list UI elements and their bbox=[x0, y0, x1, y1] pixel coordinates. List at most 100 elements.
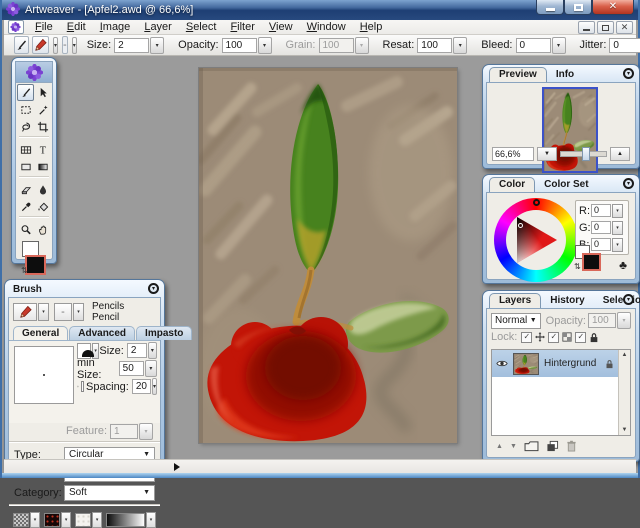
new-layer-button[interactable] bbox=[524, 440, 539, 452]
blend-mode-select[interactable]: Normal ▼ bbox=[491, 313, 541, 329]
brush-variant-chip[interactable]: - bbox=[54, 303, 72, 321]
bleed-slider-button[interactable]: ▾ bbox=[552, 37, 566, 54]
menu-help[interactable]: Help bbox=[353, 20, 390, 34]
g-input[interactable]: 0 bbox=[591, 221, 611, 234]
menu-filter[interactable]: Filter bbox=[223, 20, 261, 34]
paper-texture-chip[interactable] bbox=[13, 513, 29, 527]
child-restore-button[interactable] bbox=[597, 21, 614, 34]
brush-preset-button[interactable] bbox=[32, 36, 49, 54]
resat-slider-button[interactable]: ▾ bbox=[453, 37, 467, 54]
tab-color[interactable]: Color bbox=[489, 177, 535, 192]
minimize-button[interactable] bbox=[536, 0, 564, 15]
color-marker[interactable] bbox=[518, 223, 523, 228]
eyedropper-tool[interactable] bbox=[17, 198, 34, 215]
r-input[interactable]: 0 bbox=[591, 204, 611, 217]
b-slider-button[interactable]: ▾ bbox=[612, 238, 623, 252]
jitter-input[interactable]: 0 bbox=[609, 38, 640, 53]
maximize-button[interactable] bbox=[564, 0, 592, 15]
smudge-tool[interactable] bbox=[34, 181, 51, 198]
brush-variant-chip-dropdown[interactable]: ▾ bbox=[73, 303, 84, 321]
zoom-value-input[interactable]: 66,6% bbox=[492, 147, 534, 161]
swap-colors-icon[interactable]: ⇅ bbox=[574, 263, 581, 271]
bp-minsize-slider[interactable]: ▾ bbox=[145, 360, 157, 377]
category-select[interactable]: Soft▼ bbox=[64, 485, 155, 501]
tab-color-set[interactable]: Color Set bbox=[535, 178, 597, 192]
marquee-tool[interactable] bbox=[17, 101, 34, 118]
lasso-tool[interactable] bbox=[17, 118, 34, 135]
stencil-dropdown[interactable]: ▾ bbox=[92, 512, 102, 528]
menu-edit[interactable]: Edit bbox=[60, 20, 93, 34]
lock-all-checkbox[interactable]: ✓ bbox=[575, 332, 586, 343]
lock-transparency-checkbox[interactable]: ✓ bbox=[548, 332, 559, 343]
document-icon[interactable] bbox=[8, 20, 24, 34]
zoom-slider[interactable] bbox=[560, 151, 607, 157]
layer-row[interactable]: Hintergrund bbox=[492, 350, 618, 377]
menu-file[interactable]: File bbox=[28, 20, 60, 34]
menu-layer[interactable]: Layer bbox=[137, 20, 179, 34]
spacing-checkbox[interactable] bbox=[81, 381, 84, 392]
background-color-swatch[interactable] bbox=[25, 255, 46, 275]
tab-general[interactable]: General bbox=[13, 326, 68, 340]
gradient-tool[interactable] bbox=[34, 158, 51, 175]
scroll-up-icon[interactable]: ▲ bbox=[622, 352, 628, 358]
pattern-chip[interactable] bbox=[44, 513, 60, 527]
close-button[interactable]: ✕ bbox=[592, 0, 634, 15]
brush-tip-chip[interactable] bbox=[77, 343, 91, 359]
swap-colors-icon[interactable]: ⇅ bbox=[21, 267, 28, 275]
visibility-eye-icon[interactable] bbox=[496, 359, 508, 368]
menu-view[interactable]: View bbox=[262, 20, 300, 34]
tab-info[interactable]: Info bbox=[547, 68, 583, 82]
preview-panel-menu-button[interactable]: ▾ bbox=[623, 68, 634, 79]
tab-preview[interactable]: Preview bbox=[489, 67, 547, 82]
size-slider-button[interactable]: ▾ bbox=[150, 37, 164, 54]
shape-tool[interactable] bbox=[17, 158, 34, 175]
menu-select[interactable]: Select bbox=[179, 20, 224, 34]
hand-tool[interactable] bbox=[34, 221, 51, 238]
gradient-chip[interactable] bbox=[106, 513, 145, 527]
r-slider-button[interactable]: ▾ bbox=[612, 204, 623, 218]
mesh-tool[interactable] bbox=[17, 141, 34, 158]
opacity-input[interactable]: 100 bbox=[222, 38, 257, 53]
layer-list-scrollbar[interactable]: ▲ ▼ bbox=[618, 350, 630, 435]
opacity-slider-button[interactable]: ▾ bbox=[258, 37, 272, 54]
active-tool-button[interactable] bbox=[14, 36, 29, 54]
status-expand-arrow[interactable] bbox=[174, 463, 180, 471]
child-minimize-button[interactable] bbox=[578, 21, 595, 34]
color-panel-menu-button[interactable]: ▾ bbox=[623, 178, 634, 189]
bleed-input[interactable]: 0 bbox=[516, 38, 551, 53]
zoom-out-button[interactable]: ▼ bbox=[537, 147, 557, 161]
brush-panel-menu-button[interactable]: ▾ bbox=[148, 283, 159, 294]
web-colors-icon[interactable]: ♣ bbox=[619, 258, 627, 272]
brush-category-dropdown[interactable]: ▾ bbox=[38, 303, 49, 321]
magic-wand-tool[interactable] bbox=[34, 101, 51, 118]
canvas[interactable] bbox=[199, 68, 457, 443]
bp-spacing-slider[interactable]: ▾ bbox=[152, 378, 157, 395]
brush-variant-button[interactable]: - bbox=[62, 36, 68, 54]
child-close-button[interactable]: ✕ bbox=[616, 21, 633, 34]
size-input[interactable]: 2 bbox=[114, 38, 149, 53]
tab-impasto[interactable]: Impasto bbox=[136, 326, 192, 340]
menu-image[interactable]: Image bbox=[93, 20, 138, 34]
layers-panel-menu-button[interactable]: ▾ bbox=[623, 294, 634, 305]
stencil-chip[interactable] bbox=[75, 513, 91, 527]
tab-history[interactable]: History bbox=[541, 294, 593, 308]
brush-preset-dropdown[interactable]: ▾ bbox=[53, 37, 58, 54]
crop-tool[interactable] bbox=[34, 118, 51, 135]
tab-layers[interactable]: Layers bbox=[489, 293, 541, 308]
bp-size-slider[interactable]: ▾ bbox=[148, 342, 157, 359]
move-layer-down-button[interactable]: ▼ bbox=[510, 443, 517, 450]
resat-input[interactable]: 100 bbox=[417, 38, 452, 53]
bp-minsize-input[interactable]: 50 bbox=[119, 361, 144, 376]
brush-tool[interactable] bbox=[17, 84, 34, 101]
eraser-tool[interactable] bbox=[17, 181, 34, 198]
paint-bucket-tool[interactable] bbox=[34, 198, 51, 215]
duplicate-layer-button[interactable] bbox=[546, 440, 559, 452]
zoom-tool[interactable] bbox=[17, 221, 34, 238]
pattern-dropdown[interactable]: ▾ bbox=[61, 512, 71, 528]
lock-position-checkbox[interactable]: ✓ bbox=[521, 332, 532, 343]
zoom-slider-thumb[interactable] bbox=[582, 147, 590, 161]
background-color-swatch[interactable] bbox=[582, 253, 601, 271]
zoom-in-button[interactable]: ▲ bbox=[610, 147, 630, 161]
paper-texture-dropdown[interactable]: ▾ bbox=[30, 512, 40, 528]
menu-window[interactable]: Window bbox=[300, 20, 353, 34]
